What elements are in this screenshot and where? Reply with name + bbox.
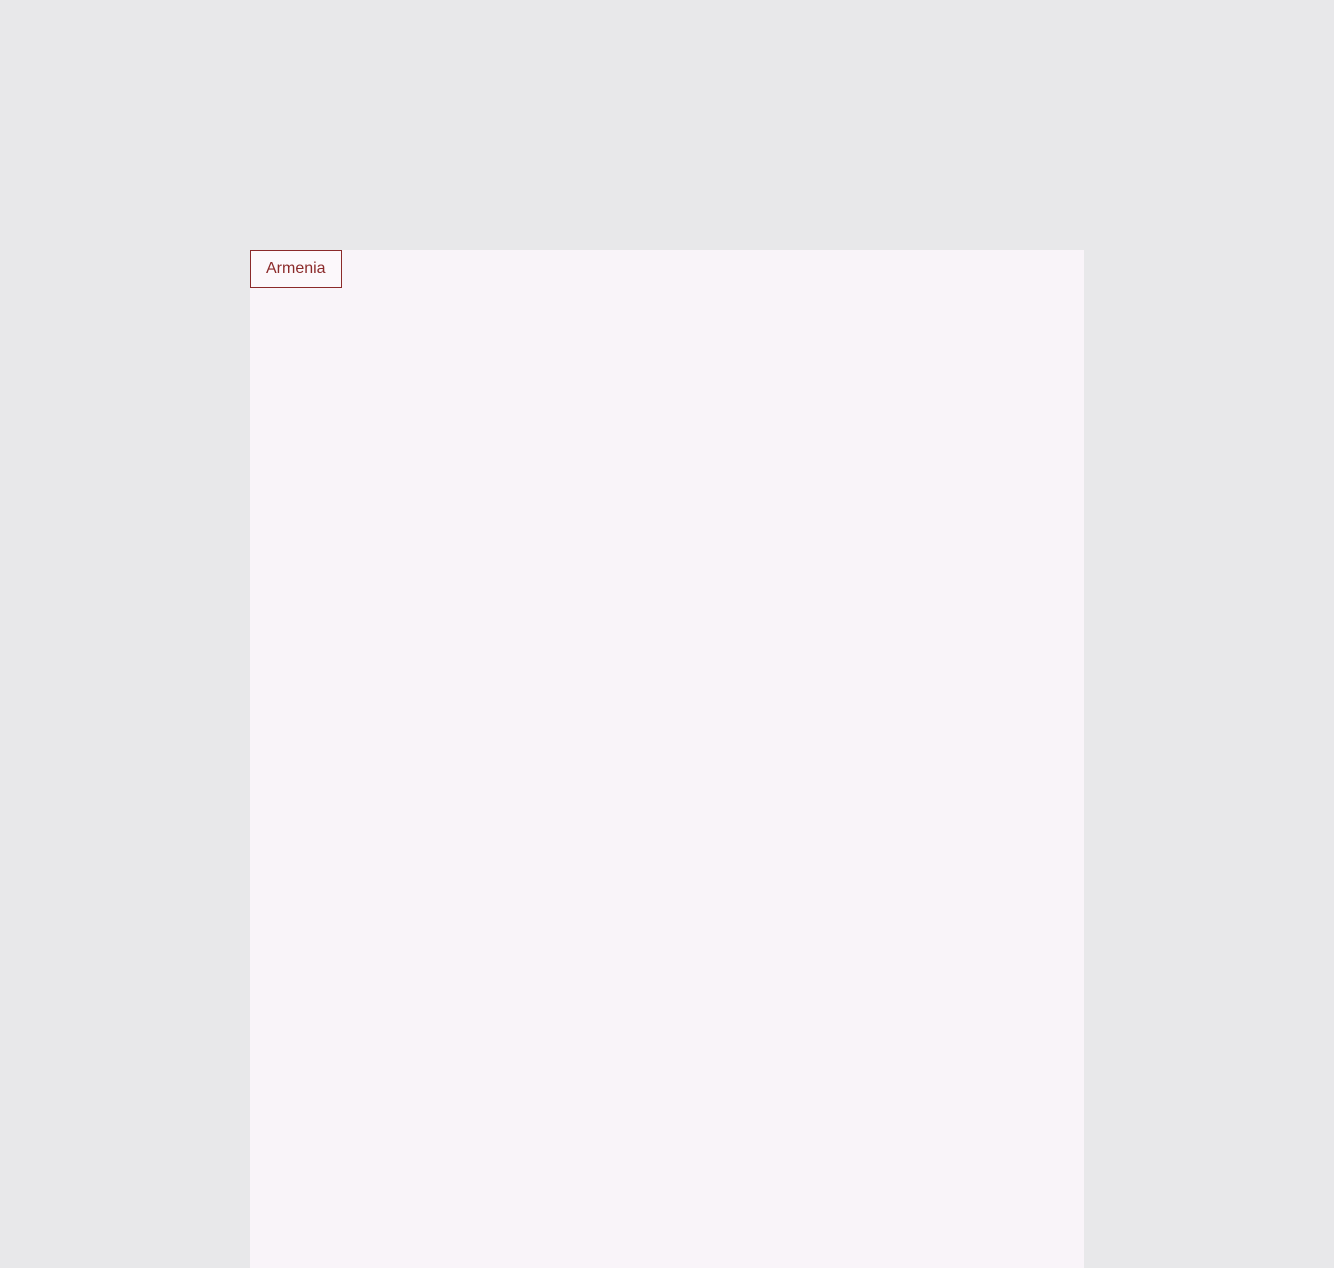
armenia-tag-button[interactable]: Armenia: [250, 250, 342, 288]
armenia-tag-label: Armenia: [266, 260, 326, 277]
page-background: { "panel": { "tag_label": "Armenia" }, "…: [0, 0, 1334, 1268]
content-panel: Armenia: [250, 250, 1084, 1268]
